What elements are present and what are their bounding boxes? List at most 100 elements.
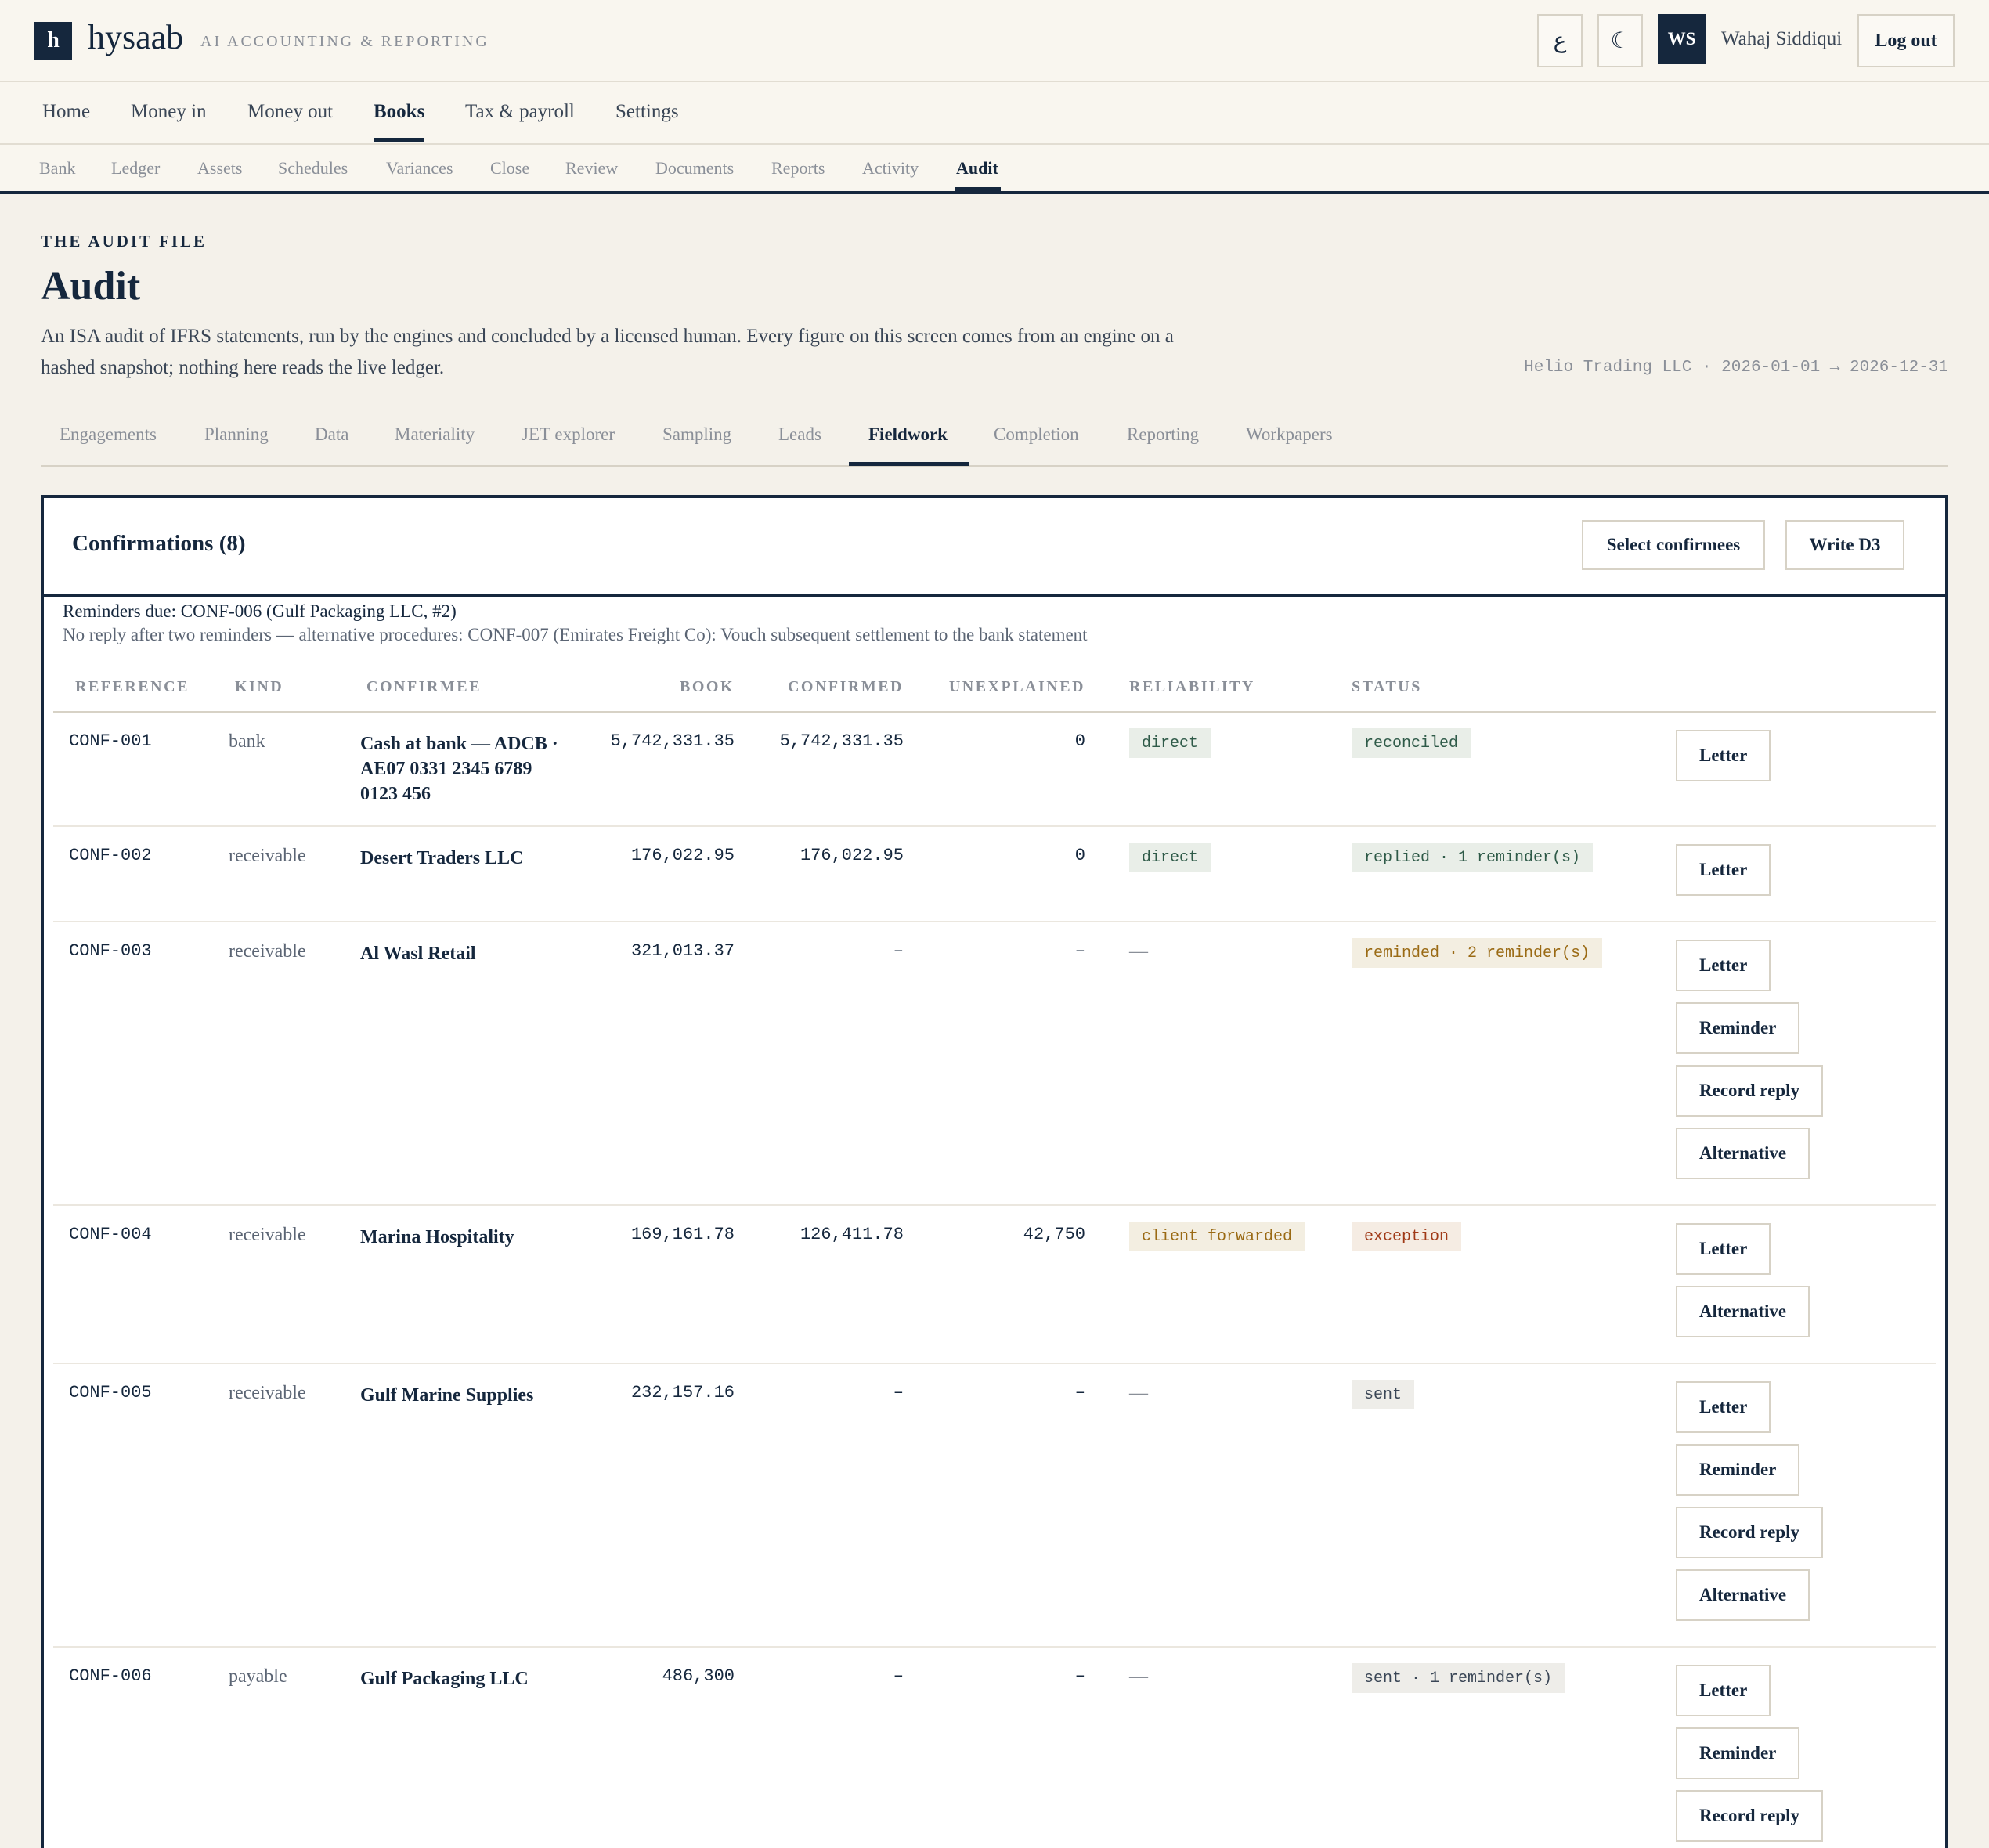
brand-name[interactable]: hysaab [88, 17, 183, 57]
row-confirmed: 176,022.95 [800, 846, 904, 865]
row-reference: CONF-006 [69, 1666, 152, 1686]
main-nav: Home Money in Money out Books Tax & payr… [0, 82, 1989, 145]
record-reply-button[interactable]: Record reply [1676, 1790, 1823, 1842]
row-kind: receivable [229, 1383, 306, 1403]
table-row: CONF-002 receivable Desert Traders LLC 1… [53, 827, 1936, 922]
status-badge: reconciled [1352, 728, 1471, 758]
letter-button[interactable]: Letter [1676, 1381, 1771, 1433]
record-reply-button[interactable]: Record reply [1676, 1065, 1823, 1117]
user-name: Wahaj Siddiqui [1721, 28, 1843, 49]
status-badge: replied · 1 reminder(s) [1352, 843, 1594, 872]
tab-engagements[interactable]: Engagements [60, 424, 157, 445]
no-reply-notice: No reply after two reminders — alternati… [63, 625, 1088, 644]
subnav-variances[interactable]: Variances [386, 158, 453, 179]
tab-workpapers[interactable]: Workpapers [1246, 424, 1333, 445]
reminder-button[interactable]: Reminder [1676, 1727, 1800, 1779]
nav-home[interactable]: Home [42, 101, 90, 123]
row-unexplained: – [1074, 1666, 1085, 1686]
row-confirmee: Marina Hospitality [360, 1227, 514, 1247]
reliability-badge: direct [1129, 843, 1211, 872]
confirmations-card: Confirmations (8) Select confirmees Writ… [41, 495, 1948, 1848]
row-book: 486,300 [662, 1666, 735, 1686]
subnav-close[interactable]: Close [490, 158, 529, 179]
letter-button[interactable]: Letter [1676, 730, 1771, 781]
status-badge: exception [1352, 1222, 1462, 1251]
nav-money-in[interactable]: Money in [131, 101, 207, 123]
row-book: 232,157.16 [630, 1383, 735, 1402]
top-bar: h hysaab AI ACCOUNTING & REPORTING ع ☾ W… [0, 0, 1989, 82]
status-badge: sent [1352, 1380, 1415, 1409]
letter-button[interactable]: Letter [1676, 1223, 1771, 1275]
row-reference: CONF-002 [69, 846, 152, 865]
entity-period: Helio Trading LLC · 2026-01-01 → 2026-12… [1524, 359, 1948, 377]
subnav-activity[interactable]: Activity [862, 158, 919, 179]
row-confirmed: 5,742,331.35 [779, 731, 904, 751]
tab-data[interactable]: Data [315, 424, 348, 445]
write-d3-button[interactable]: Write D3 [1785, 520, 1904, 570]
tab-completion[interactable]: Completion [994, 424, 1079, 445]
alternative-button[interactable]: Alternative [1676, 1128, 1810, 1179]
alternative-button[interactable]: Alternative [1676, 1286, 1810, 1337]
record-reply-button[interactable]: Record reply [1676, 1507, 1823, 1558]
subnav-schedules[interactable]: Schedules [278, 158, 348, 179]
row-kind: receivable [229, 1225, 306, 1245]
reliability-empty: — [1129, 941, 1148, 962]
row-confirmee: Desert Traders LLC [360, 848, 524, 868]
row-reference: CONF-004 [69, 1225, 152, 1244]
logo-mark[interactable]: h [34, 22, 72, 60]
letter-button[interactable]: Letter [1676, 940, 1771, 991]
subnav-assets[interactable]: Assets [197, 158, 242, 179]
nav-tax-payroll[interactable]: Tax & payroll [465, 101, 575, 123]
row-confirmee: Cash at bank — ADCB · AE07 0331 2345 678… [360, 734, 558, 804]
col-reliability: RELIABILITY [1129, 678, 1255, 695]
row-reference: CONF-001 [69, 731, 152, 751]
row-kind: receivable [229, 941, 306, 962]
subnav-ledger[interactable]: Ledger [111, 158, 160, 179]
logout-button[interactable]: Log out [1857, 14, 1955, 67]
reminder-button[interactable]: Reminder [1676, 1444, 1800, 1496]
avatar[interactable]: WS [1658, 14, 1706, 64]
select-confirmees-button[interactable]: Select confirmees [1582, 520, 1765, 570]
table-row: CONF-001 bank Cash at bank — ADCB · AE07… [53, 713, 1936, 827]
row-book: 321,013.37 [630, 941, 735, 961]
col-book: BOOK [679, 678, 735, 695]
subnav-bank[interactable]: Bank [39, 158, 75, 179]
card-title: Confirmations (8) [72, 531, 246, 556]
letter-button[interactable]: Letter [1676, 844, 1771, 896]
reminder-button[interactable]: Reminder [1676, 1002, 1800, 1054]
row-unexplained: 0 [1074, 731, 1085, 751]
tab-leads[interactable]: Leads [778, 424, 821, 445]
theme-toggle-moon-icon[interactable]: ☾ [1597, 14, 1643, 67]
reliability-empty: — [1129, 1666, 1148, 1687]
row-book: 5,742,331.35 [610, 731, 735, 751]
subnav-active-indicator [955, 187, 1001, 191]
letter-button[interactable]: Letter [1676, 1665, 1771, 1716]
nav-books[interactable]: Books [374, 101, 424, 123]
row-unexplained: 0 [1074, 846, 1085, 865]
reliability-badge: client forwarded [1129, 1222, 1305, 1251]
subnav-reports[interactable]: Reports [771, 158, 825, 179]
col-confirmee: CONFIRMEE [366, 678, 482, 695]
row-unexplained: – [1074, 1383, 1085, 1402]
card-header: Confirmations (8) Select confirmees Writ… [44, 498, 1945, 597]
tab-reporting[interactable]: Reporting [1127, 424, 1199, 445]
tab-jet-explorer[interactable]: JET explorer [522, 424, 615, 445]
page-eyebrow: THE AUDIT FILE [41, 232, 207, 251]
subnav-review[interactable]: Review [565, 158, 618, 179]
row-confirmed: – [893, 1666, 904, 1686]
nav-money-out[interactable]: Money out [247, 101, 333, 123]
language-toggle-button[interactable]: ع [1537, 14, 1583, 67]
nav-settings[interactable]: Settings [615, 101, 679, 123]
row-unexplained: 42,750 [1023, 1225, 1085, 1244]
row-confirmee: Al Wasl Retail [360, 944, 476, 964]
row-kind: bank [229, 731, 265, 752]
tab-fieldwork[interactable]: Fieldwork [868, 424, 948, 445]
subnav-audit[interactable]: Audit [956, 158, 998, 179]
subnav-documents[interactable]: Documents [655, 158, 734, 179]
alternative-button[interactable]: Alternative [1676, 1569, 1810, 1621]
tab-sampling[interactable]: Sampling [662, 424, 731, 445]
row-confirmed: – [893, 941, 904, 961]
reminders-due-notice: Reminders due: CONF-006 (Gulf Packaging … [63, 601, 457, 621]
tab-materiality[interactable]: Materiality [395, 424, 475, 445]
tab-planning[interactable]: Planning [204, 424, 269, 445]
